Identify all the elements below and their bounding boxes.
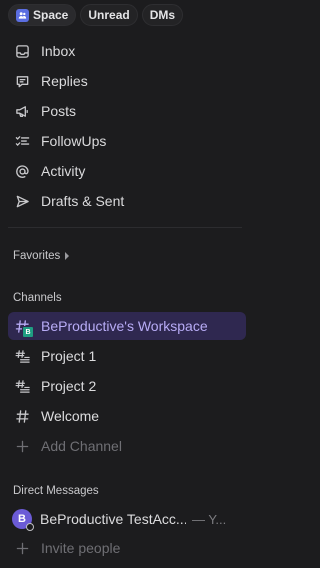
direct-messages-header: Direct Messages	[13, 485, 99, 497]
dms-chip-label: DMs	[149, 8, 176, 22]
plus-icon	[14, 540, 30, 556]
nav-posts[interactable]: Posts	[14, 100, 76, 122]
nav-drafts-sent[interactable]: Drafts & Sent	[14, 190, 124, 212]
thread-channel-icon	[14, 378, 30, 394]
filter-chips: Space Unread DMs	[8, 4, 184, 28]
avatar: B	[12, 509, 34, 531]
checklist-icon	[14, 133, 30, 149]
channel-item-project-2[interactable]: Project 2	[8, 372, 246, 400]
favorites-label: Favorites	[13, 250, 61, 262]
megaphone-icon	[14, 103, 30, 119]
add-channel-label: Add Channel	[41, 438, 122, 454]
invite-people-label: Invite people	[41, 540, 121, 556]
dm-name: BeProductive TestAcc...	[40, 511, 186, 527]
add-channel-button[interactable]: Add Channel	[8, 432, 246, 460]
nav-inbox[interactable]: Inbox	[14, 40, 75, 62]
channel-item-project-1[interactable]: Project 1	[8, 342, 246, 370]
channel-label: Welcome	[41, 408, 100, 424]
hash-icon	[14, 408, 30, 424]
send-icon	[14, 193, 30, 209]
nav-followups-label: FollowUps	[41, 133, 107, 149]
dms-chip[interactable]: DMs	[141, 4, 184, 26]
nav-drafts-label: Drafts & Sent	[41, 193, 125, 209]
nav-posts-label: Posts	[41, 103, 77, 119]
presence-indicator	[26, 523, 34, 531]
channel-label: Project 2	[41, 378, 97, 394]
thread-channel-icon	[14, 348, 30, 364]
nav-followups[interactable]: FollowUps	[14, 130, 106, 152]
inbox-icon	[14, 43, 30, 59]
people-icon	[16, 8, 29, 22]
space-chip[interactable]: Space	[8, 4, 77, 26]
at-sign-icon	[14, 163, 30, 179]
nav-activity-label: Activity	[41, 163, 86, 179]
unread-chip-label: Unread	[88, 8, 130, 22]
chevron-right-icon	[65, 252, 70, 260]
unread-chip[interactable]: Unread	[80, 4, 138, 26]
section-divider	[8, 227, 242, 228]
dm-you-label: — Y...	[192, 511, 227, 527]
nav-replies[interactable]: Replies	[14, 70, 88, 92]
space-channel-icon: B	[14, 318, 34, 338]
dm-item[interactable]: B BeProductive TestAcc... — Y...	[12, 507, 248, 531]
space-badge: B	[22, 326, 34, 338]
channel-item-welcome[interactable]: Welcome	[8, 402, 246, 430]
replies-icon	[14, 73, 30, 89]
nav-activity[interactable]: Activity	[14, 160, 85, 182]
channels-header-label: Channels	[13, 292, 62, 304]
direct-messages-header-label: Direct Messages	[13, 485, 99, 497]
nav-inbox-label: Inbox	[41, 43, 76, 59]
nav-replies-label: Replies	[41, 73, 88, 89]
channel-item-workspace[interactable]: B BeProductive's Workspace	[8, 312, 246, 340]
space-chip-label: Space	[33, 8, 69, 22]
plus-icon	[14, 438, 30, 454]
channel-label: Project 1	[41, 348, 97, 364]
invite-people-button[interactable]: Invite people	[8, 534, 246, 562]
favorites-header[interactable]: Favorites	[13, 250, 70, 262]
channel-label: BeProductive's Workspace	[41, 318, 208, 334]
channels-header: Channels	[13, 292, 62, 304]
avatar-initial: B	[18, 513, 26, 525]
